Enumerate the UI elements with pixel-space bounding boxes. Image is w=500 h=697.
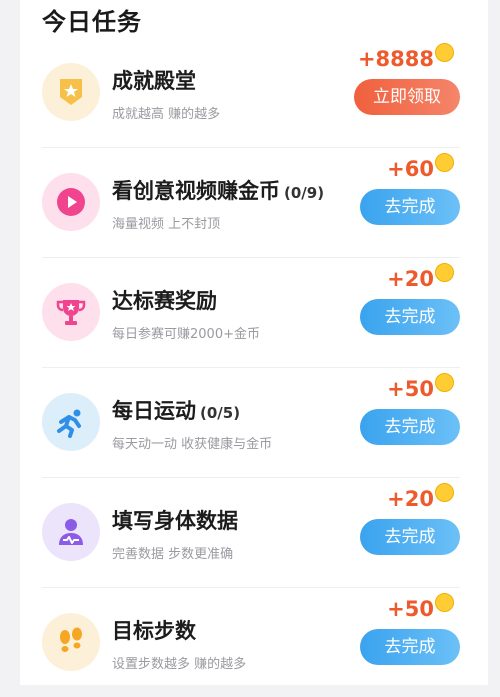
task-subtitle: 海量视频 上不封顶: [112, 217, 221, 232]
gold-coin-icon: [435, 263, 454, 282]
complete-button[interactable]: 去完成: [360, 629, 460, 665]
section-title: 今日任务: [42, 8, 142, 36]
play-video-icon: [42, 173, 100, 231]
task-subtitle: 完善数据 步数更准确: [112, 547, 234, 562]
trophy-medal-icon: [42, 63, 100, 121]
reward-amount: +50: [387, 593, 454, 621]
complete-button[interactable]: 去完成: [360, 299, 460, 335]
task-title: 看创意视频赚金币 (0/9): [112, 179, 325, 203]
task-title: 成就殿堂: [112, 69, 196, 93]
task-item-watch-video[interactable]: 看创意视频赚金币 (0/9) 海量视频 上不封顶 +60 去完成: [42, 147, 460, 258]
reward-amount: +20: [387, 263, 454, 291]
task-item-daily-exercise[interactable]: 每日运动 (0/5) 每天动一动 收获健康与金币 +50 去完成: [42, 367, 460, 478]
running-person-icon: [42, 393, 100, 451]
trophy-cup-icon: [42, 283, 100, 341]
gold-coin-icon: [435, 593, 454, 612]
gold-coin-icon: [435, 43, 454, 62]
reward-amount: +8888: [358, 43, 454, 71]
gold-coin-icon: [435, 373, 454, 392]
footprints-icon: [42, 613, 100, 671]
complete-button[interactable]: 去完成: [360, 189, 460, 225]
gold-coin-icon: [435, 153, 454, 172]
task-title: 每日运动 (0/5): [112, 399, 241, 423]
reward-amount: +50: [387, 373, 454, 401]
task-subtitle: 设置步数越多 赚的越多: [112, 657, 247, 672]
task-item-body-data[interactable]: 填写身体数据 完善数据 步数更准确 +20 去完成: [42, 477, 460, 588]
complete-button[interactable]: 去完成: [360, 519, 460, 555]
task-subtitle: 成就越高 赚的越多: [112, 107, 221, 122]
claim-button[interactable]: 立即领取: [354, 79, 460, 115]
task-subtitle: 每天动一动 收获健康与金币: [112, 437, 273, 452]
task-subtitle: 每日参赛可赚2000+金币: [112, 327, 260, 342]
task-item-competition-reward[interactable]: 达标赛奖励 每日参赛可赚2000+金币 +20 去完成: [42, 257, 460, 368]
complete-button[interactable]: 去完成: [360, 409, 460, 445]
task-item-target-steps[interactable]: 目标步数 设置步数越多 赚的越多 +50 去完成: [42, 587, 460, 697]
task-list-card: 今日任务 成就殿堂 成就越高 赚的越多 +8888 立即领取 看创意视频赚金币(…: [20, 0, 488, 685]
reward-amount: +20: [387, 483, 454, 511]
gold-coin-icon: [435, 483, 454, 502]
task-title: 填写身体数据: [112, 509, 238, 533]
reward-amount: +60: [387, 153, 454, 181]
task-title: 达标赛奖励: [112, 289, 217, 313]
task-item-achievement-hall[interactable]: 成就殿堂 成就越高 赚的越多 +8888 立即领取: [42, 37, 460, 148]
body-data-icon: [42, 503, 100, 561]
task-title: 目标步数: [112, 619, 196, 643]
